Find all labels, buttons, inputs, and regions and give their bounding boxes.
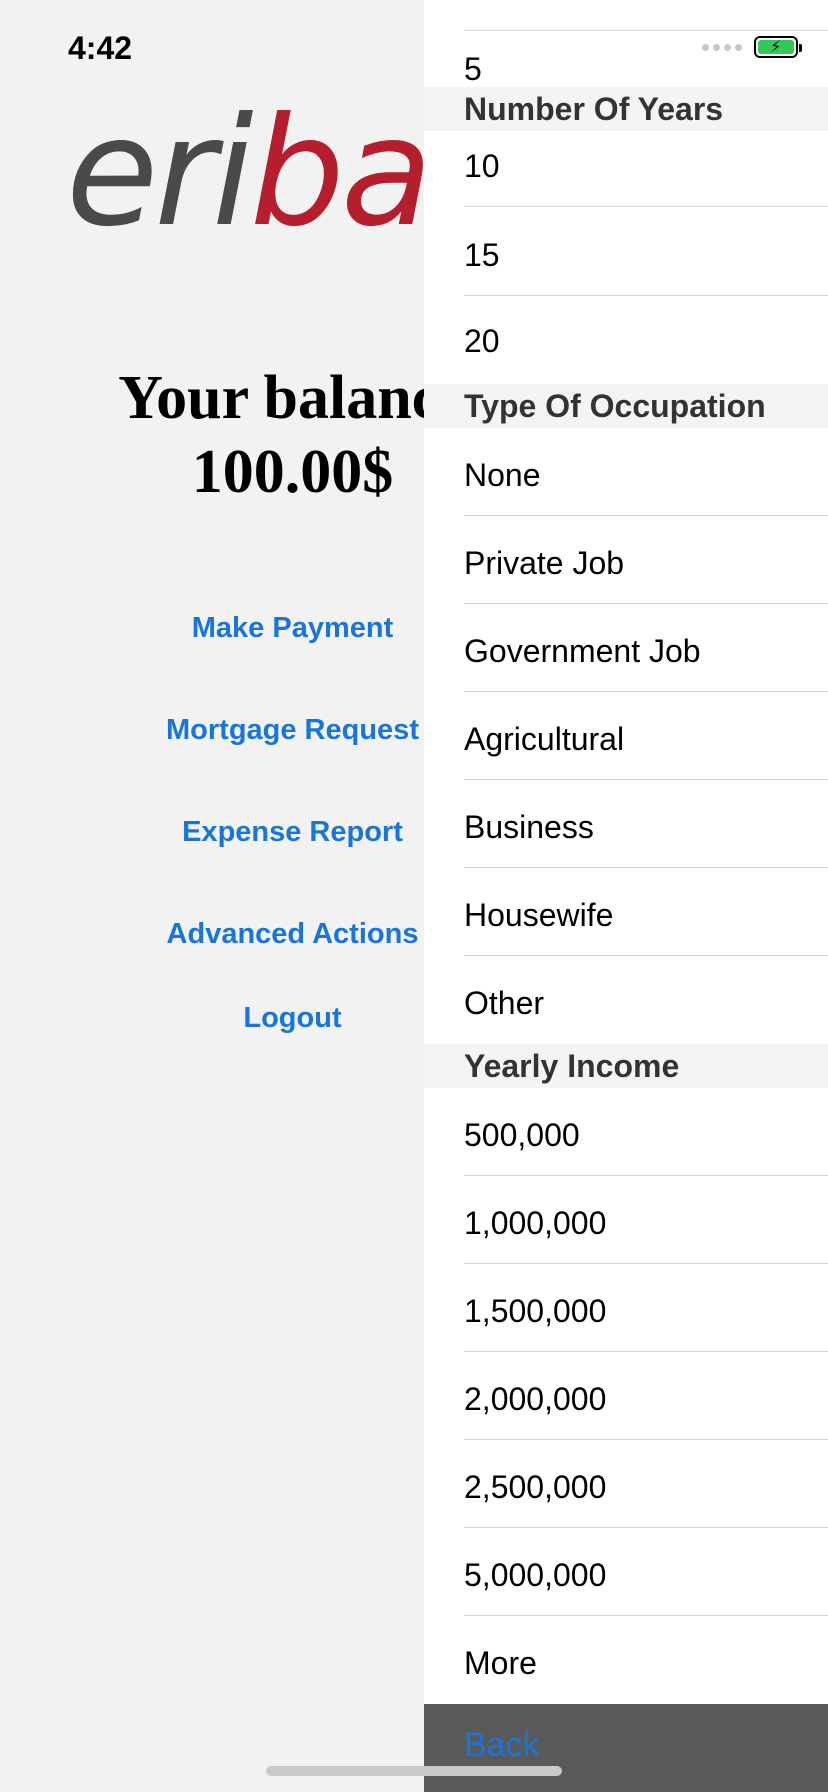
list-item[interactable]: Housewife (424, 868, 828, 956)
section-header-yearly-income: Yearly Income (424, 1044, 828, 1088)
divider (464, 30, 828, 31)
list-item[interactable]: 15 (424, 208, 828, 296)
list-item[interactable]: 500,000 (424, 1088, 828, 1176)
list-item[interactable]: Other (424, 956, 828, 1044)
list-item[interactable]: 1,000,000 (424, 1176, 828, 1264)
list-item[interactable]: Private Job (424, 516, 828, 604)
list-item[interactable]: 2,000,000 (424, 1352, 828, 1440)
list-item[interactable]: Government Job (424, 604, 828, 692)
list-item[interactable]: 2,500,000 (424, 1440, 828, 1528)
section-header-type-of-occupation: Type Of Occupation (424, 384, 828, 428)
list-item[interactable]: 20 (424, 296, 828, 384)
list-item[interactable]: More (424, 1616, 828, 1704)
list-item[interactable]: Business (424, 780, 828, 868)
back-bar: Back (424, 1704, 828, 1792)
list-item[interactable]: Agricultural (424, 692, 828, 780)
list-item[interactable]: 1,500,000 (424, 1264, 828, 1352)
home-indicator[interactable] (266, 1766, 562, 1776)
list-item[interactable]: 10 (424, 119, 828, 207)
list-item[interactable]: 5,000,000 (424, 1528, 828, 1616)
list-item[interactable]: 5 (424, 0, 828, 87)
back-button[interactable]: Back (464, 1726, 540, 1765)
list-item[interactable]: None (424, 428, 828, 516)
status-time: 4:42 (68, 30, 133, 66)
options-panel: ⚡ 5 Number Of Years 10 15 20 Type Of Occ… (424, 0, 828, 1792)
